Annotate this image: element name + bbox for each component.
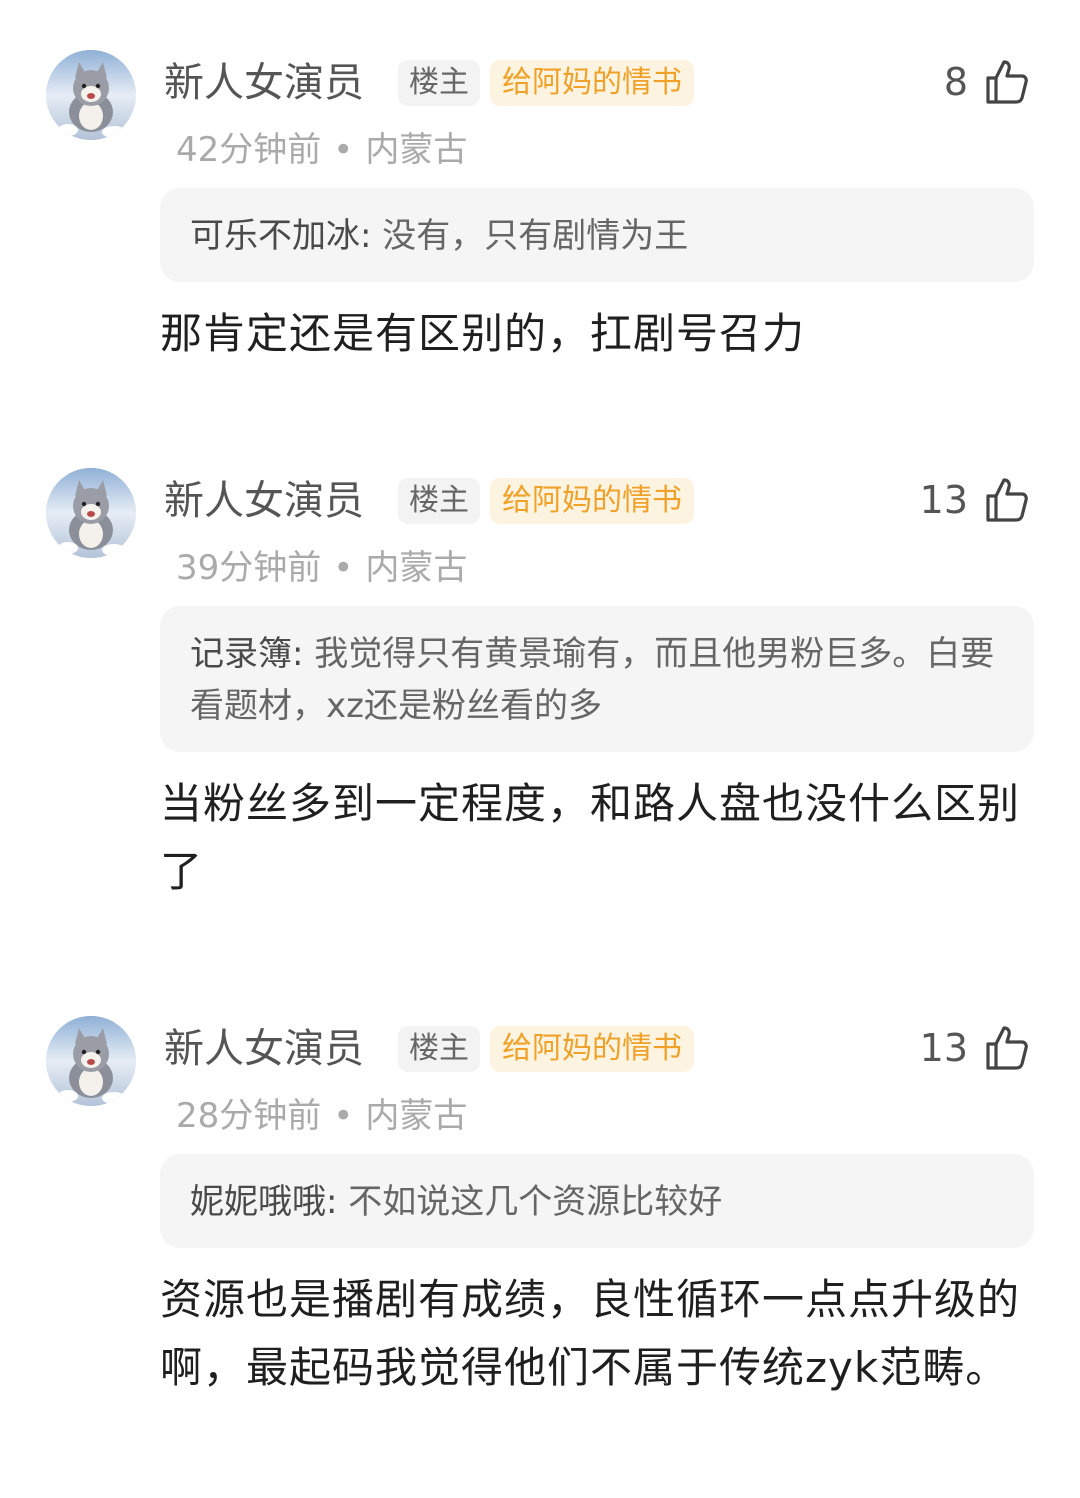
- comment-body: 资源也是播剧有成绩，良性循环一点点升级的啊，最起码我觉得他们不属于传统zyk范畴…: [160, 1275, 1021, 1392]
- quoted-reply[interactable]: 可乐不加冰: 没有，只有剧情为王: [160, 188, 1034, 282]
- thumbs-up-icon[interactable]: [982, 1024, 1030, 1072]
- quoted-username: 记录簿:: [190, 634, 304, 674]
- meta-separator: •: [333, 548, 354, 588]
- like-button[interactable]: 13: [920, 1020, 1030, 1076]
- quoted-username: 妮妮哦哦:: [190, 1182, 338, 1222]
- timestamp: 28分钟前: [176, 1096, 322, 1136]
- quoted-text: 不如说这几个资源比较好: [337, 1182, 723, 1222]
- quoted-text: 我觉得只有黄景瑜有，而且他男粉巨多。白要看题材，xz还是粉丝看的多: [190, 634, 995, 726]
- like-count: 13: [919, 478, 968, 522]
- username[interactable]: 新人女演员: [164, 1024, 364, 1074]
- cat-avatar-icon: [46, 1016, 136, 1106]
- quoted-text: 没有，只有剧情为王: [371, 216, 689, 256]
- comment-meta: 39分钟前 • 内蒙古: [176, 544, 467, 592]
- fan-club-badge[interactable]: 给阿妈的情书: [490, 478, 694, 524]
- like-button[interactable]: 8: [944, 54, 1030, 110]
- timestamp: 39分钟前: [176, 548, 322, 588]
- meta-separator: •: [333, 130, 354, 170]
- cat-avatar-icon: [46, 50, 136, 140]
- host-badge: 楼主: [398, 1026, 480, 1072]
- user-avatar[interactable]: [46, 468, 136, 558]
- location: 内蒙古: [365, 1096, 468, 1136]
- user-avatar[interactable]: [46, 50, 136, 140]
- meta-separator: •: [333, 1096, 354, 1136]
- comment-meta: 42分钟前 • 内蒙古: [176, 126, 467, 174]
- host-badge: 楼主: [398, 478, 480, 524]
- timestamp: 42分钟前: [176, 130, 322, 170]
- thumbs-up-icon[interactable]: [982, 58, 1030, 106]
- quoted-reply[interactable]: 记录簿: 我觉得只有黄景瑜有，而且他男粉巨多。白要看题材，xz还是粉丝看的多: [160, 606, 1034, 752]
- cat-avatar-icon: [46, 468, 136, 558]
- username[interactable]: 新人女演员: [164, 58, 364, 108]
- thumbs-up-icon[interactable]: [982, 476, 1030, 524]
- comment-body: 当粉丝多到一定程度，和路人盘也没什么区别了: [160, 779, 1021, 896]
- like-count: 8: [943, 60, 968, 104]
- like-count: 13: [919, 1026, 968, 1070]
- user-avatar[interactable]: [46, 1016, 136, 1106]
- comment-meta: 28分钟前 • 内蒙古: [176, 1092, 467, 1140]
- comment-body: 那肯定还是有区别的，扛剧号召力: [160, 309, 806, 358]
- fan-club-badge[interactable]: 给阿妈的情书: [490, 1026, 694, 1072]
- quoted-reply[interactable]: 妮妮哦哦: 不如说这几个资源比较好: [160, 1154, 1034, 1248]
- username[interactable]: 新人女演员: [164, 476, 364, 526]
- quoted-username: 可乐不加冰:: [190, 216, 372, 256]
- fan-club-badge[interactable]: 给阿妈的情书: [490, 60, 694, 106]
- like-button[interactable]: 13: [920, 472, 1030, 528]
- location: 内蒙古: [365, 130, 468, 170]
- host-badge: 楼主: [398, 60, 480, 106]
- location: 内蒙古: [365, 548, 468, 588]
